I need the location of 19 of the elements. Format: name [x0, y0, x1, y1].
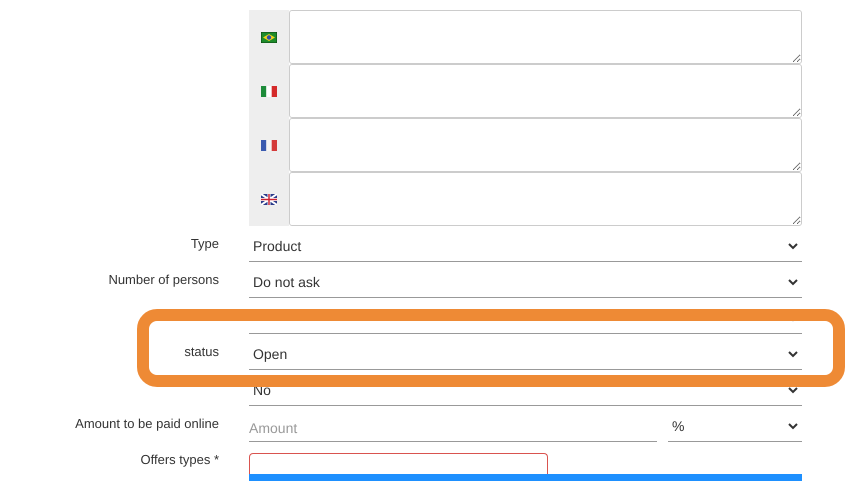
text-area[interactable]	[289, 118, 802, 172]
field-label: Type	[190, 236, 219, 252]
amount-field[interactable]: Amount	[249, 406, 657, 442]
flag-icon	[261, 86, 277, 96]
field-label: Amount to be paid online	[75, 416, 219, 432]
field-label: status	[184, 344, 219, 360]
text-area[interactable]	[289, 172, 802, 226]
select-field[interactable]: Do not ask	[249, 262, 802, 298]
select-field[interactable]: Product	[249, 226, 802, 262]
select-field[interactable]: Open	[249, 334, 802, 370]
flag-icon	[261, 32, 277, 42]
field-label: Offers types *	[140, 452, 219, 468]
flag-icon	[261, 140, 277, 150]
multi-select-field[interactable]	[249, 453, 548, 475]
text-area[interactable]	[289, 64, 802, 118]
unit-select[interactable]: %	[668, 406, 802, 442]
field-label: Number of persons	[108, 272, 219, 288]
text-area[interactable]	[289, 10, 802, 64]
flag-icon	[261, 194, 277, 204]
